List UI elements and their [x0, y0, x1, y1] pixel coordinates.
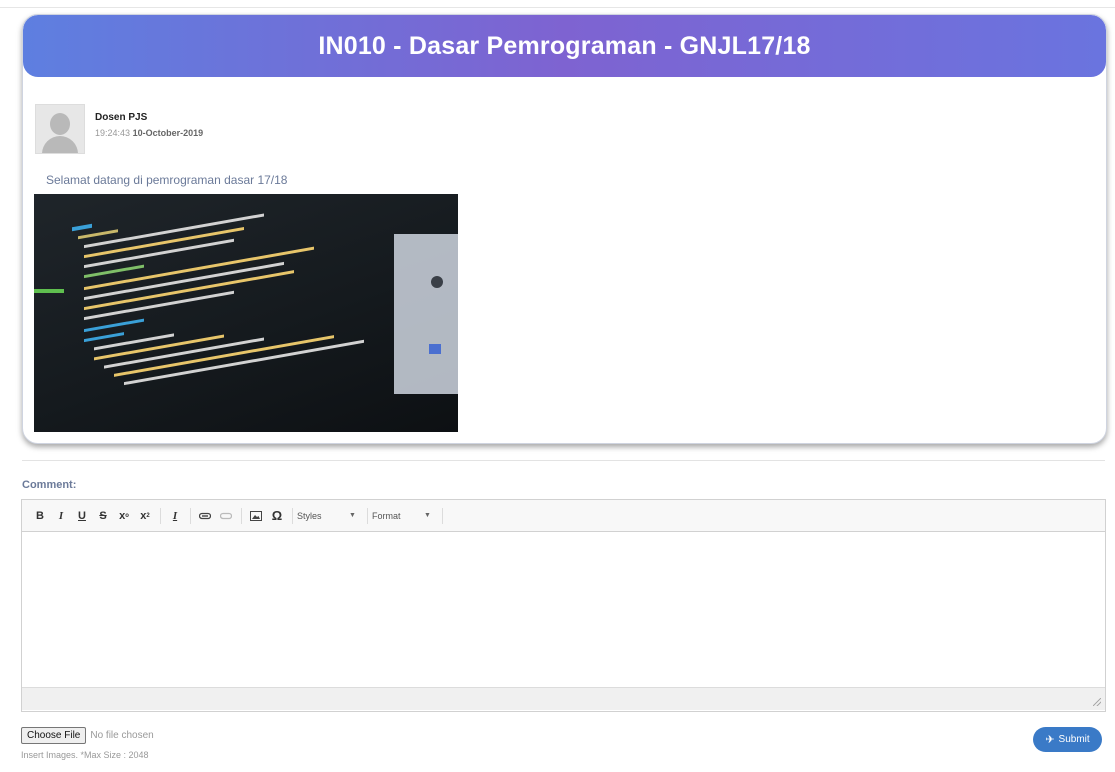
special-character-icon[interactable]: Ω	[267, 506, 287, 526]
editor-statusbar	[22, 687, 1105, 710]
styles-label: Styles	[297, 510, 322, 521]
choose-file-button[interactable]: Choose File	[21, 727, 87, 744]
post-date: 10-October-2019	[132, 128, 204, 138]
file-hint: Insert Images. *Max Size : 2048	[21, 750, 149, 760]
link-icon[interactable]	[195, 506, 215, 526]
chevron-down-icon: ▼	[349, 512, 356, 519]
section-divider	[22, 460, 1105, 461]
superscript-button[interactable]: x2	[135, 506, 155, 526]
format-label: Format	[372, 510, 401, 521]
editor-toolbar: B I U S xo x2 I Ω Styles ▼ Format ▼	[22, 500, 1105, 532]
post-image[interactable]	[34, 194, 458, 432]
post-time: 19:24:43	[95, 128, 131, 138]
post-author-block: Dosen PJS 19:24:43 10-October-2019	[35, 104, 203, 154]
unlink-icon[interactable]	[216, 506, 236, 526]
submit-button[interactable]: ✈ Submit	[1033, 727, 1102, 752]
remove-format-button[interactable]: I	[165, 506, 185, 526]
top-divider	[0, 7, 1115, 8]
course-header: IN010 - Dasar Pemrograman - GNJL17/18	[23, 15, 1106, 77]
subscript-button[interactable]: xo	[114, 506, 134, 526]
styles-dropdown[interactable]: Styles ▼	[297, 507, 363, 525]
post-card: IN010 - Dasar Pemrograman - GNJL17/18 Do…	[22, 14, 1107, 444]
file-input: Choose File No file chosen	[21, 727, 154, 744]
underline-button[interactable]: U	[72, 506, 92, 526]
author-name: Dosen PJS	[95, 112, 148, 123]
submit-label: Submit	[1058, 734, 1090, 745]
comment-textarea[interactable]	[22, 532, 1105, 687]
resize-handle-icon[interactable]	[1093, 698, 1101, 706]
strikethrough-button[interactable]: S	[93, 506, 113, 526]
format-dropdown[interactable]: Format ▼	[372, 507, 438, 525]
course-title: IN010 - Dasar Pemrograman - GNJL17/18	[318, 31, 811, 60]
post-timestamp: 19:24:43 10-October-2019	[95, 128, 203, 138]
avatar	[35, 104, 85, 154]
file-status: No file chosen	[90, 730, 154, 741]
comment-label: Comment:	[22, 479, 77, 491]
comment-editor: B I U S xo x2 I Ω Styles ▼ Format ▼	[21, 499, 1106, 712]
bold-button[interactable]: B	[30, 506, 50, 526]
chevron-down-icon: ▼	[424, 512, 431, 519]
image-icon[interactable]	[246, 506, 266, 526]
post-text: Selamat datang di pemrograman dasar 17/1…	[46, 173, 288, 187]
italic-button[interactable]: I	[51, 506, 71, 526]
send-icon: ✈	[1045, 734, 1055, 746]
